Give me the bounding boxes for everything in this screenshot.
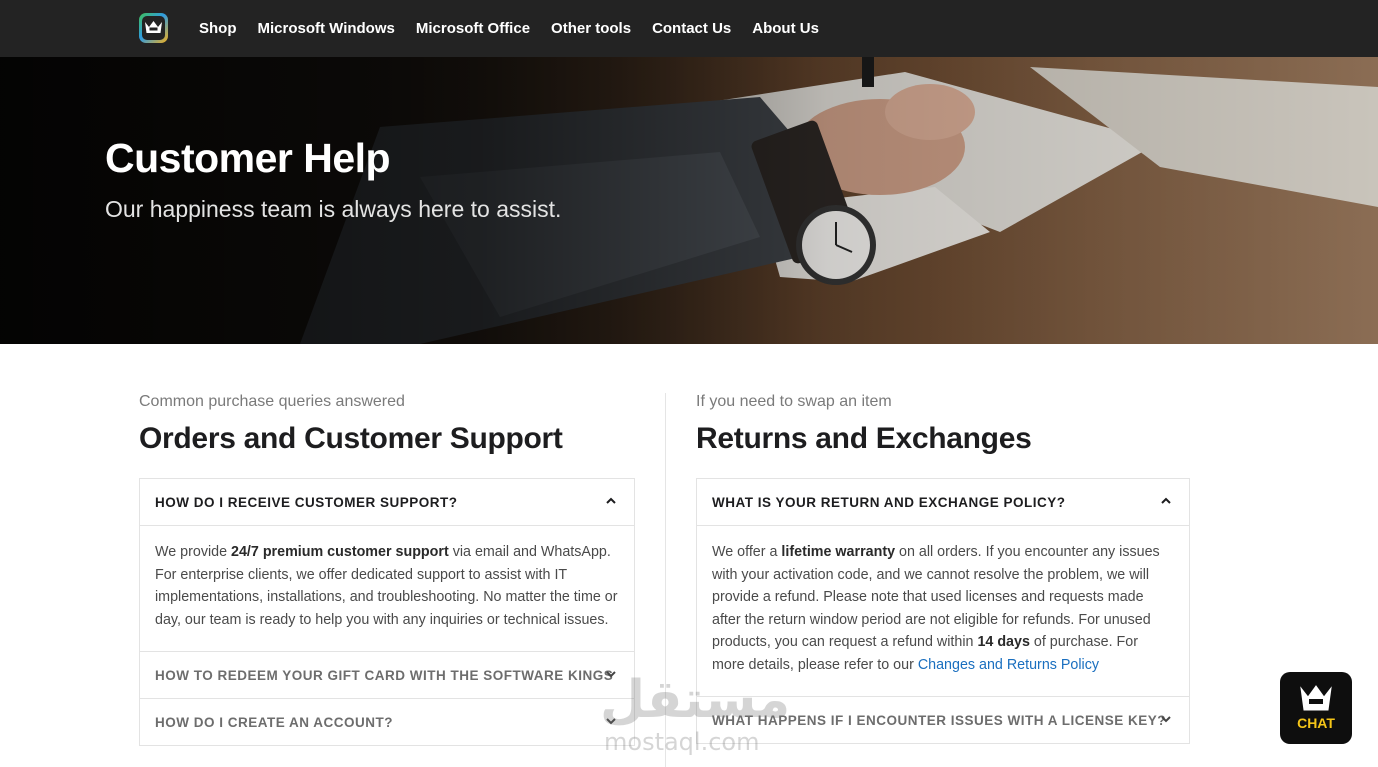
faq-question-create-account[interactable]: HOW DO I CREATE AN ACCOUNT? [140, 699, 634, 745]
faq-answer: We provide 24/7 premium customer support… [140, 525, 634, 651]
section-eyebrow: If you need to swap an item [696, 393, 892, 410]
nav-links: Shop Microsoft Windows Microsoft Office … [199, 0, 840, 57]
returns-exchanges-section: If you need to swap an item Returns and … [696, 393, 1190, 744]
chevron-up-icon [606, 497, 616, 504]
faq-accordion: HOW DO I RECEIVE CUSTOMER SUPPORT? We pr… [139, 478, 635, 746]
faq-answer: We offer a lifetime warranty on all orde… [697, 525, 1189, 696]
chevron-down-icon [1161, 716, 1171, 723]
faq-item: WHAT IS YOUR RETURN AND EXCHANGE POLICY?… [697, 479, 1189, 697]
faq-accordion: WHAT IS YOUR RETURN AND EXCHANGE POLICY?… [696, 478, 1190, 744]
chevron-down-icon [606, 671, 616, 678]
chevron-up-icon [1161, 497, 1171, 504]
faq-question-text: HOW DO I RECEIVE CUSTOMER SUPPORT? [155, 494, 458, 510]
faq-question-return-policy[interactable]: WHAT IS YOUR RETURN AND EXCHANGE POLICY? [697, 479, 1189, 525]
chevron-down-icon [606, 718, 616, 725]
faq-question-text: HOW DO I CREATE AN ACCOUNT? [155, 714, 393, 730]
returns-policy-link[interactable]: Changes and Returns Policy [918, 657, 1099, 673]
column-divider [665, 393, 666, 767]
answer-highlight: 14 days [977, 634, 1030, 650]
page-subtitle: Our happiness team is always here to ass… [105, 196, 562, 222]
faq-item: HOW DO I CREATE AN ACCOUNT? [140, 699, 634, 745]
nav-link-other-tools[interactable]: Other tools [551, 20, 631, 37]
faq-question-text: WHAT HAPPENS IF I ENCOUNTER ISSUES WITH … [712, 712, 1167, 728]
nav-link-microsoft-office[interactable]: Microsoft Office [416, 20, 530, 37]
crown-chat-icon [1300, 685, 1332, 711]
faq-question-text: HOW TO REDEEM YOUR GIFT CARD WITH THE SO… [155, 667, 614, 683]
faq-question-customer-support[interactable]: HOW DO I RECEIVE CUSTOMER SUPPORT? [140, 479, 634, 525]
section-title: Returns and Exchanges [696, 422, 1032, 455]
nav-link-about-us[interactable]: About Us [752, 20, 819, 37]
answer-highlight: lifetime warranty [781, 544, 896, 560]
section-eyebrow: Common purchase queries answered [139, 393, 405, 410]
faq-question-license-key-issues[interactable]: WHAT HAPPENS IF I ENCOUNTER ISSUES WITH … [697, 697, 1189, 743]
faq-item: HOW DO I RECEIVE CUSTOMER SUPPORT? We pr… [140, 479, 634, 652]
answer-highlight: 24/7 premium customer support [231, 544, 449, 560]
nav-link-shop[interactable]: Shop [199, 20, 237, 37]
orders-support-section: Common purchase queries answered Orders … [139, 393, 635, 746]
answer-text: We offer a [712, 544, 782, 560]
faq-item: HOW TO REDEEM YOUR GIFT CARD WITH THE SO… [140, 652, 634, 699]
answer-text: We provide [155, 544, 232, 560]
nav-link-contact-us[interactable]: Contact Us [652, 20, 731, 37]
faq-question-text: WHAT IS YOUR RETURN AND EXCHANGE POLICY? [712, 494, 1066, 510]
faq-question-redeem-gift-card[interactable]: HOW TO REDEEM YOUR GIFT CARD WITH THE SO… [140, 652, 634, 698]
nav-link-microsoft-windows[interactable]: Microsoft Windows [258, 20, 395, 37]
hero-banner: Customer Help Our happiness team is alwa… [0, 57, 1378, 344]
chat-label: CHAT [1297, 715, 1335, 731]
top-navbar: Shop Microsoft Windows Microsoft Office … [0, 0, 1378, 57]
crown-logo-icon[interactable] [139, 13, 168, 43]
faq-item: WHAT HAPPENS IF I ENCOUNTER ISSUES WITH … [697, 697, 1189, 743]
section-title: Orders and Customer Support [139, 422, 563, 455]
page-title: Customer Help [105, 135, 391, 181]
chat-button[interactable]: CHAT [1280, 672, 1352, 744]
